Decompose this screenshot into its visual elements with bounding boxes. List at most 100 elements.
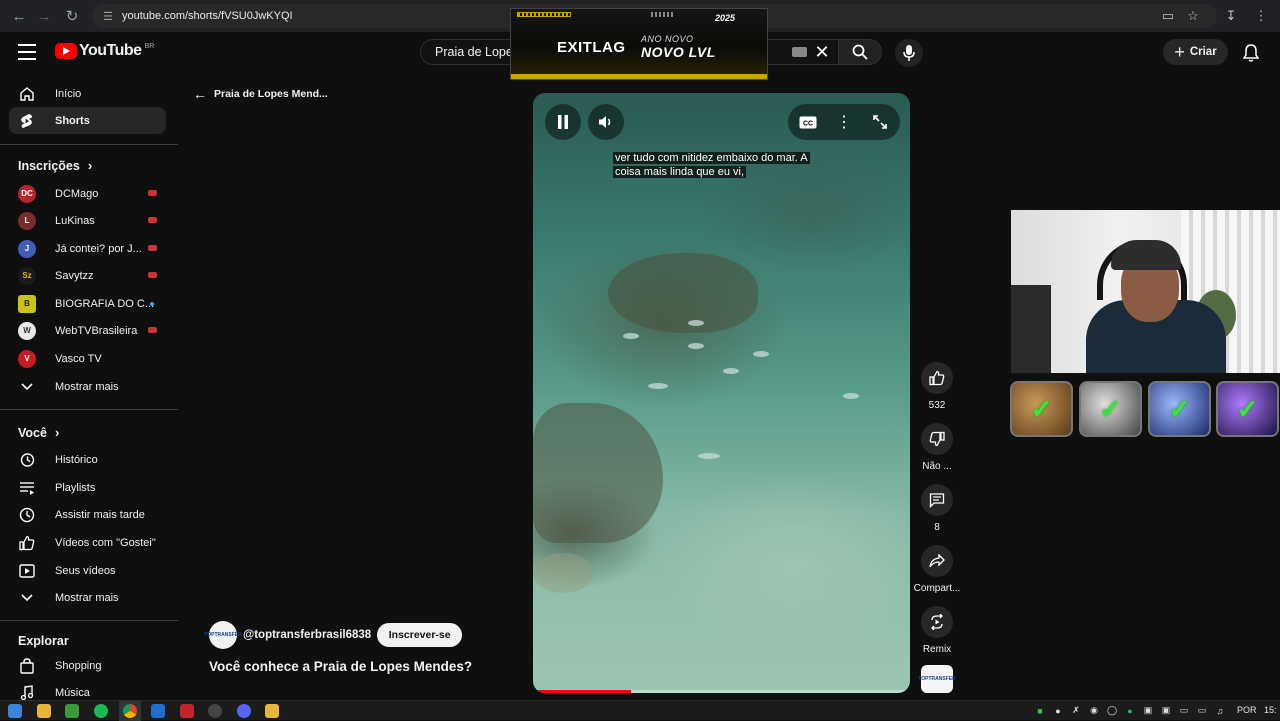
sidebar-item-subscription[interactable]: J Já contei? por J... bbox=[9, 235, 166, 262]
dislike-button[interactable]: Não ... bbox=[912, 423, 962, 472]
bookmark-star-icon[interactable]: ☆ bbox=[1182, 6, 1204, 26]
subscriptions-heading[interactable]: Inscrições › bbox=[18, 158, 92, 173]
more-vert-icon: ⋮ bbox=[836, 114, 852, 131]
cast-icon[interactable]: ▭ bbox=[1157, 6, 1179, 26]
clock[interactable]: 15: bbox=[1264, 705, 1277, 715]
subscribe-button[interactable]: Inscrever-se bbox=[377, 623, 463, 647]
sidebar-item-label: Histórico bbox=[55, 453, 98, 466]
forward-arrow-icon[interactable]: → bbox=[29, 1, 59, 31]
sidebar-item-liked-videos[interactable]: Vídeos com "Gostei" bbox=[9, 529, 166, 556]
channel-name-link[interactable]: @toptransferbrasil6838 bbox=[243, 629, 371, 641]
network-icon[interactable]: ▭ bbox=[1196, 704, 1208, 717]
sidebar-item-musica[interactable]: Música bbox=[9, 679, 166, 700]
battery-icon[interactable]: ▭ bbox=[1178, 704, 1190, 717]
live-indicator-icon bbox=[148, 217, 157, 223]
fullscreen-button[interactable] bbox=[862, 104, 898, 140]
sidebar-item-subscription[interactable]: Sz Savytzz bbox=[9, 262, 166, 289]
sidebar-item-label: Já contei? por J... bbox=[55, 242, 142, 255]
channel-row: TOPTRANSFER @toptransferbrasil6838 Inscr… bbox=[204, 621, 463, 649]
ad-accent-bar bbox=[511, 74, 767, 79]
spotify-icon[interactable] bbox=[94, 704, 108, 718]
sidebar: Início Shorts Inscrições › DC DCMago L L… bbox=[0, 72, 178, 700]
sidebar-item-inicio[interactable]: Início bbox=[9, 80, 166, 107]
app-icon[interactable] bbox=[151, 704, 165, 718]
windows-start-icon[interactable] bbox=[8, 704, 22, 718]
app-icon[interactable] bbox=[65, 704, 79, 718]
tray-icon[interactable]: ● bbox=[1124, 704, 1136, 717]
avatar: V bbox=[18, 349, 36, 368]
pause-icon bbox=[558, 115, 568, 129]
sidebar-item-historico[interactable]: Histórico bbox=[9, 446, 166, 473]
history-icon bbox=[18, 451, 36, 469]
tray-icon[interactable]: ▣ bbox=[1142, 704, 1154, 717]
you-heading[interactable]: Você › bbox=[18, 425, 59, 440]
youtube-logo[interactable]: YouTube BR bbox=[55, 42, 154, 60]
tray-icon[interactable]: ● bbox=[1052, 704, 1064, 717]
create-button[interactable]: + Criar bbox=[1163, 39, 1228, 65]
video-frame-detail bbox=[723, 368, 739, 374]
sidebar-item-subscription[interactable]: V Vasco TV bbox=[9, 345, 166, 372]
share-button[interactable]: Compart... bbox=[912, 545, 962, 594]
folder-icon[interactable] bbox=[265, 704, 279, 718]
channel-logo-text: TOPTRANSFER bbox=[204, 632, 242, 638]
video-caption: ver tudo com nitidez embaixo do mar. A c… bbox=[613, 151, 845, 179]
sidebar-item-shopping[interactable]: Shopping bbox=[9, 652, 166, 679]
streamer-webcam-overlay bbox=[1011, 210, 1280, 375]
ad-brand: EXITLAG bbox=[557, 39, 626, 56]
chrome-icon[interactable] bbox=[123, 704, 137, 718]
clear-search-icon[interactable]: ✕ bbox=[812, 40, 832, 64]
tray-icon[interactable]: ◉ bbox=[1088, 704, 1100, 717]
keyboard-icon[interactable] bbox=[792, 47, 807, 57]
sidebar-item-watch-later[interactable]: Assistir mais tarde bbox=[9, 501, 166, 528]
remix-button[interactable]: Remix bbox=[912, 606, 962, 655]
ad-headline: NOVO LVL bbox=[641, 44, 716, 60]
tray-icon[interactable]: ✗ bbox=[1070, 704, 1082, 717]
logo-text: YouTube bbox=[79, 42, 142, 59]
search-button[interactable] bbox=[838, 39, 882, 65]
video-progress-bar[interactable] bbox=[533, 690, 910, 693]
volume-button[interactable] bbox=[588, 104, 624, 140]
sidebar-item-label: DCMago bbox=[55, 187, 99, 200]
sidebar-item-subscription[interactable]: W WebTVBrasileira bbox=[9, 317, 166, 344]
exitlag-ad-overlay[interactable]: EXITLAG ANO NOVO NOVO LVL 2025 bbox=[510, 8, 768, 80]
reload-icon[interactable]: ↻ bbox=[57, 1, 87, 31]
tray-icon[interactable]: ■ bbox=[1034, 704, 1046, 717]
sidebar-item-shorts[interactable]: Shorts bbox=[9, 107, 166, 134]
share-label: Compart... bbox=[913, 583, 961, 594]
original-sound-thumbnail[interactable]: TOPTRANSFER bbox=[918, 665, 956, 693]
voice-search-button[interactable] bbox=[895, 39, 923, 67]
captions-button[interactable]: CC bbox=[790, 104, 826, 140]
sidebar-item-subscription[interactable]: DC DCMago bbox=[9, 180, 166, 207]
discord-icon[interactable] bbox=[237, 704, 251, 718]
app-icon[interactable] bbox=[180, 704, 194, 718]
file-explorer-icon[interactable] bbox=[37, 704, 51, 718]
your-videos-icon bbox=[18, 562, 36, 580]
fullscreen-icon bbox=[873, 115, 887, 129]
short-title[interactable]: Você conhece a Praia de Lopes Mendes? bbox=[209, 659, 472, 674]
more-options-button[interactable]: ⋮ bbox=[826, 104, 862, 140]
menu-hamburger-icon[interactable] bbox=[18, 44, 36, 60]
site-info-icon[interactable]: ☰ bbox=[100, 8, 116, 24]
like-button[interactable]: 532 bbox=[912, 362, 962, 411]
sidebar-item-your-videos[interactable]: Seus vídeos bbox=[9, 557, 166, 584]
sidebar-show-more-subscriptions[interactable]: Mostrar mais bbox=[9, 373, 166, 400]
back-to-search-link[interactable]: ← Praia de Lopes Mend... bbox=[193, 86, 328, 102]
tray-icon[interactable]: ◯ bbox=[1106, 704, 1118, 717]
sidebar-show-more-you[interactable]: Mostrar mais bbox=[9, 584, 166, 611]
video-frame-detail bbox=[698, 453, 720, 459]
short-video-player[interactable]: CC ⋮ ver tudo com nitidez embaixo do mar… bbox=[533, 93, 910, 693]
language-indicator[interactable]: POR bbox=[1237, 705, 1257, 715]
channel-avatar[interactable]: TOPTRANSFER bbox=[204, 621, 242, 649]
sidebar-item-subscription[interactable]: B BIOGRAFIA DO C... bbox=[9, 290, 166, 317]
video-frame-detail bbox=[753, 351, 769, 357]
comments-button[interactable]: 8 bbox=[912, 484, 962, 533]
tray-icon[interactable]: ▣ bbox=[1160, 704, 1172, 717]
pause-button[interactable] bbox=[545, 104, 581, 140]
menu-dots-icon[interactable]: ⋮ bbox=[1250, 6, 1272, 26]
app-icon[interactable] bbox=[208, 704, 222, 718]
sidebar-item-subscription[interactable]: L LuKinas bbox=[9, 207, 166, 234]
notifications-bell-icon[interactable] bbox=[1240, 42, 1262, 64]
download-icon[interactable]: ↧ bbox=[1220, 6, 1242, 26]
sidebar-item-playlists[interactable]: Playlists bbox=[9, 474, 166, 501]
volume-icon[interactable]: ♫ bbox=[1214, 704, 1226, 717]
